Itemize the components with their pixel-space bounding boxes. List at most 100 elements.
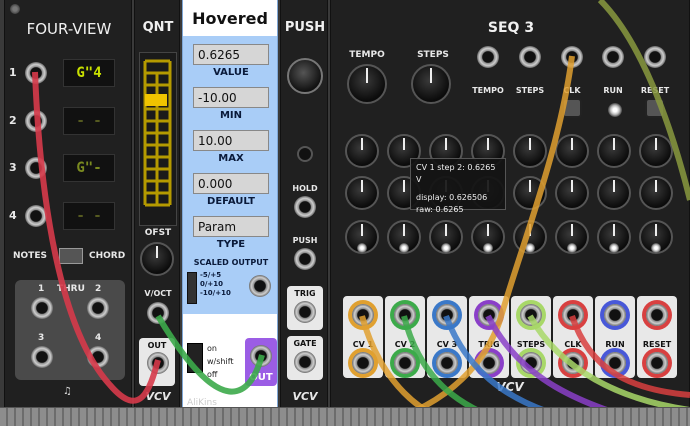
push-module: PUSH HOLD PUSH TRIG GATE VCV — [280, 0, 328, 408]
offset-knob[interactable] — [140, 242, 174, 276]
max-field[interactable]: 10.00 — [193, 130, 269, 151]
gate-jack[interactable] — [294, 351, 316, 373]
seq3-output-jack-lower[interactable] — [604, 352, 626, 374]
tempo-knob[interactable] — [347, 64, 387, 104]
thru-jack-3[interactable] — [31, 346, 53, 368]
thru-jack-4[interactable] — [87, 346, 109, 368]
seq3-output-jack-lower[interactable] — [520, 352, 542, 374]
seq3-output-jack-lower[interactable] — [646, 352, 668, 374]
run-led — [608, 103, 622, 117]
input-jack-2[interactable] — [25, 110, 47, 132]
trig-label: TRIG — [294, 289, 316, 298]
quantizer-keyboard[interactable] — [139, 52, 177, 226]
voct-input-jack[interactable] — [147, 302, 169, 324]
reset-label: RESET — [640, 86, 670, 95]
seq3-title: SEQ 3 — [487, 20, 535, 36]
thru-jack-2[interactable] — [87, 297, 109, 319]
hold-jack[interactable] — [294, 196, 316, 218]
range-option-3: -10/+10 — [200, 289, 231, 297]
step-knob[interactable] — [345, 134, 379, 168]
mode-off-label: off — [207, 370, 218, 379]
input-jack-4[interactable] — [25, 205, 47, 227]
rack: FOUR-VIEW 1 2 3 4 G"4 - - G"- - - NOTES … — [0, 0, 690, 426]
seq3-output-jack[interactable] — [604, 304, 626, 326]
seq3-output-jack-lower[interactable] — [478, 352, 500, 374]
min-field[interactable]: -10.00 — [193, 87, 269, 108]
ofst-label: OFST — [144, 228, 172, 238]
clk-button[interactable] — [562, 98, 582, 118]
range-switch[interactable] — [187, 272, 197, 304]
thru-section — [15, 280, 125, 380]
tempo-knob-label: TEMPO — [349, 50, 385, 60]
input-jack-1[interactable] — [25, 62, 47, 84]
qnt-out-jack[interactable] — [147, 352, 169, 374]
mode-on-label: on — [207, 344, 217, 353]
seq3-output-jack[interactable] — [646, 304, 668, 326]
seq3-output-jack-lower[interactable] — [562, 352, 584, 374]
reset-button[interactable] — [645, 98, 665, 118]
seq3-output-jack-lower[interactable] — [352, 352, 374, 374]
push-button[interactable] — [287, 58, 323, 94]
seq3-output-jack[interactable] — [352, 304, 374, 326]
scaled-output-jack[interactable] — [249, 275, 271, 297]
seq3-output-jack-lower[interactable] — [436, 352, 458, 374]
default-field[interactable]: 0.000 — [193, 173, 269, 194]
push-jack[interactable] — [294, 248, 316, 270]
four-view-title: FOUR-VIEW — [26, 20, 112, 38]
seq3-output-jack[interactable] — [520, 304, 542, 326]
value-field[interactable]: 0.6265 — [193, 44, 269, 65]
step-knob[interactable] — [513, 134, 547, 168]
step-knob[interactable] — [513, 176, 547, 210]
range-option-1: -5/+5 — [200, 271, 222, 279]
clk-input-jack[interactable] — [561, 46, 583, 68]
hold-knob[interactable] — [297, 146, 313, 162]
thru-label-1: 1 — [38, 284, 45, 294]
seq3-output-label: STEPS — [516, 340, 546, 349]
step-led — [609, 243, 619, 253]
seq3-output-label: CV 3 — [436, 340, 458, 349]
seq3-output-jack[interactable] — [394, 304, 416, 326]
thru-label: THRU — [57, 284, 85, 294]
seq3-output-jack[interactable] — [436, 304, 458, 326]
steps-cv-jack[interactable] — [519, 46, 541, 68]
step-knob[interactable] — [597, 176, 631, 210]
range-labels: -5/+5 0/+10 -10/+10 — [200, 271, 231, 298]
step-knob[interactable] — [555, 176, 589, 210]
type-field[interactable]: Param — [193, 216, 269, 237]
qnt-out-label: OUT — [147, 341, 167, 350]
seq3-output-label: TRIG — [478, 340, 500, 349]
step-knob[interactable] — [639, 176, 673, 210]
tempo-small-label: TEMPO — [472, 86, 504, 95]
input-jack-3[interactable] — [25, 157, 47, 179]
reset-input-jack[interactable] — [644, 46, 666, 68]
tempo-cv-jack[interactable] — [477, 46, 499, 68]
hovered-title: Hovered — [192, 9, 268, 28]
hovered-out-label: OUT — [249, 372, 273, 383]
hovered-out-jack[interactable] — [250, 345, 272, 367]
gate-label: GATE — [293, 339, 317, 348]
notes-chord-switch[interactable] — [59, 248, 83, 264]
seq3-output-jack[interactable] — [478, 304, 500, 326]
thru-label-4: 4 — [95, 333, 102, 343]
tooltip-line-1: CV 1 step 2: 0.6265 V — [416, 163, 496, 184]
seq3-module: SEQ 3 TEMPO STEPS — [330, 0, 690, 408]
trig-jack[interactable] — [294, 301, 316, 323]
row-label-4: 4 — [9, 209, 17, 222]
run-input-jack[interactable] — [602, 46, 624, 68]
step-knob[interactable] — [639, 134, 673, 168]
steps-small-label: STEPS — [515, 86, 545, 95]
chord-label: CHORD — [89, 251, 126, 261]
mode-shift-label: w/shift — [207, 357, 234, 366]
step-knob[interactable] — [597, 134, 631, 168]
steps-knob[interactable] — [411, 64, 451, 104]
step-led — [651, 243, 661, 253]
seq3-output-jack[interactable] — [562, 304, 584, 326]
steps-knob-label: STEPS — [417, 50, 449, 60]
step-knob[interactable] — [555, 134, 589, 168]
note-display-1: G"4 — [63, 59, 115, 87]
seq3-output-jack-lower[interactable] — [394, 352, 416, 374]
step-led — [483, 243, 493, 253]
step-knob[interactable] — [345, 176, 379, 210]
thru-jack-1[interactable] — [31, 297, 53, 319]
mode-switch[interactable] — [187, 343, 203, 373]
